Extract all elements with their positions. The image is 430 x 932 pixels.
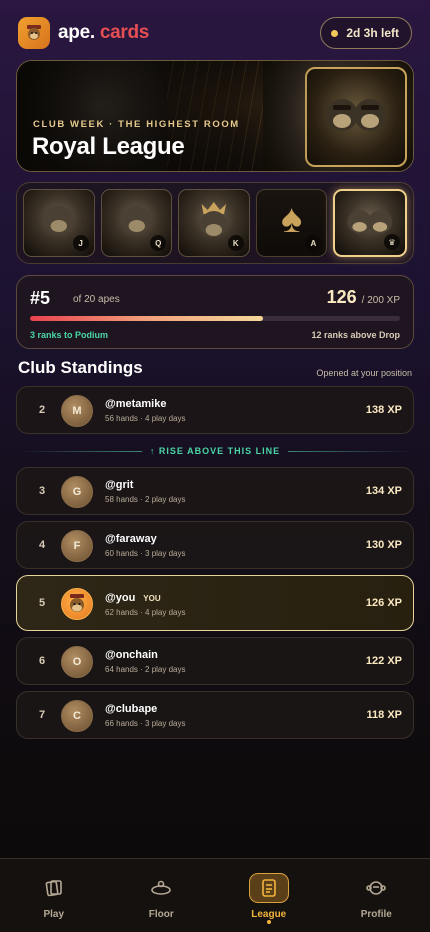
standings-note: Opened at your position <box>316 368 412 378</box>
avatar: G <box>61 476 93 508</box>
card-royal-active[interactable]: ♛ <box>333 189 407 257</box>
avatar: O <box>61 646 93 678</box>
my-ape-avatar-icon <box>61 588 93 620</box>
bottom-nav: Play Floor League Profile <box>0 858 430 932</box>
xp-current: 126 <box>326 287 357 307</box>
nav-label: Play <box>43 909 65 920</box>
ape-logo-icon[interactable] <box>18 17 50 49</box>
my-username: @you <box>105 592 136 604</box>
row-xp: 130 XP <box>365 539 402 551</box>
row-meta: 56 hands · 4 play days <box>105 414 186 423</box>
row-username: @metamike <box>105 398 167 410</box>
spade-icon: ♠ <box>280 197 303 242</box>
row-rank: 4 <box>38 539 46 551</box>
card-rank-badge: A <box>305 235 322 251</box>
row-xp: 134 XP <box>365 485 402 497</box>
row-rank: 7 <box>38 709 46 721</box>
nav-label: Profile <box>360 909 392 920</box>
row-rank: 2 <box>38 404 46 416</box>
card-rank-badge: K <box>227 235 244 251</box>
row-meta: 60 hands · 3 play days <box>105 549 186 558</box>
timer-dot-icon <box>331 29 339 37</box>
row-rank: 5 <box>38 597 46 609</box>
row-rank: 3 <box>38 485 46 497</box>
nav-item-profile[interactable]: Profile <box>323 859 430 932</box>
brand-ape: ape. <box>58 22 95 43</box>
nav-item-floor[interactable]: Floor <box>108 859 216 932</box>
crown-icon: ♛ <box>383 234 400 250</box>
card-jack[interactable]: J <box>23 189 95 257</box>
row-username: @grit <box>105 479 134 491</box>
app-brand: ape. cards <box>58 22 149 44</box>
ranks-above-drop: 12 ranks above Drop <box>311 330 400 340</box>
rank-progress-panel: #5 of 20 apes 126 / 200 XP 3 ranks to Po… <box>16 275 414 349</box>
my-standing-row[interactable]: 5 @you YOU 62 hands · 4 play days 126 XP <box>16 575 414 631</box>
rise-label: ↑ RISE ABOVE THIS LINE <box>149 446 281 456</box>
brand-cards: cards <box>99 22 150 43</box>
my-rank: #5 <box>30 288 51 308</box>
rise-divider: ↑ RISE ABOVE THIS LINE <box>18 444 412 458</box>
hero-title: Royal League <box>32 133 185 160</box>
nav-item-league[interactable]: League <box>215 859 323 932</box>
standing-row[interactable]: 4 F @faraway 60 hands · 3 play days 130 … <box>16 521 414 569</box>
row-meta: 58 hands · 2 play days <box>105 495 186 504</box>
row-rank: 6 <box>38 655 46 667</box>
standing-row[interactable]: 6 O @onchain 64 hands · 2 play days 122 … <box>16 637 414 685</box>
standing-row[interactable]: 3 G @grit 58 hands · 2 play days 134 XP <box>16 467 414 515</box>
ranks-to-podium: 3 ranks to Podium <box>30 330 109 340</box>
row-meta: 64 hands · 2 play days <box>105 665 186 674</box>
card-strip: J Q K ♠ A ♛ <box>16 182 414 264</box>
avatar: M <box>61 395 93 427</box>
xp-max: / 200 XP <box>361 295 400 306</box>
ape-profile-icon <box>356 873 396 903</box>
row-username: @faraway <box>105 533 157 545</box>
nav-item-play[interactable]: Play <box>0 859 108 932</box>
row-meta: 66 hands · 3 play days <box>105 719 186 728</box>
row-xp: 118 XP <box>366 709 402 721</box>
divider-line-left <box>18 450 142 452</box>
row-username: @you YOU <box>105 592 161 604</box>
league-icon <box>248 873 289 903</box>
avatar: C <box>61 700 93 732</box>
league-hero-banner[interactable]: CLUB WEEK · THE HIGHEST ROOM Royal Leagu… <box>16 60 414 172</box>
card-king[interactable]: K <box>178 189 250 257</box>
league-timer[interactable]: 2d 3h left <box>320 17 412 49</box>
active-indicator-dot <box>266 920 271 924</box>
standing-row[interactable]: 2 M @metamike 56 hands · 4 play days 138… <box>16 386 414 434</box>
cards-icon <box>34 873 74 903</box>
nav-label: League <box>251 909 287 920</box>
xp-progress-fill <box>30 316 264 321</box>
card-ace-spade[interactable]: ♠ A <box>255 189 328 257</box>
row-xp: 126 XP <box>365 597 402 609</box>
row-meta: 62 hands · 4 play days <box>105 608 186 617</box>
app-header: ape. cards 2d 3h left <box>18 16 412 50</box>
row-username: @onchain <box>105 649 158 661</box>
rank-of-total: of 20 apes <box>73 294 120 305</box>
standings-title: Club Standings <box>18 358 143 377</box>
standing-row[interactable]: 7 C @clubape 66 hands · 3 play days 118 … <box>16 691 414 739</box>
avatar: F <box>61 530 93 562</box>
divider-line-right <box>288 450 412 452</box>
row-username: @clubape <box>105 703 158 715</box>
card-rank-badge: J <box>72 235 89 251</box>
nav-label: Floor <box>148 909 174 920</box>
row-xp: 122 XP <box>365 655 402 667</box>
row-xp: 138 XP <box>365 404 402 416</box>
table-icon <box>141 873 181 903</box>
xp-progress-bar <box>30 316 400 321</box>
hero-kicker: CLUB WEEK · THE HIGHEST ROOM <box>33 119 240 130</box>
you-tag: YOU <box>143 594 161 603</box>
timer-label: 2d 3h left <box>346 26 399 40</box>
xp-progress-value: 126 / 200 XP <box>327 287 400 308</box>
card-queen[interactable]: Q <box>100 189 173 257</box>
